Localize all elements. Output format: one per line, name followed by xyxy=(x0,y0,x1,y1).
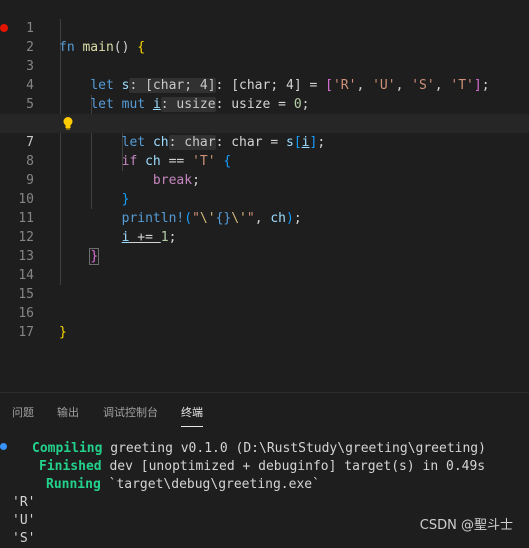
terminal-text: greeting v0.1.0 (D:\RustStudy\greeting\g… xyxy=(102,441,486,456)
terminal-line: Compiling greeting v0.1.0 (D:\RustStudy\… xyxy=(32,439,486,458)
terminal-text: `target\debug\greeting.exe` xyxy=(100,477,320,492)
terminal-line: 'R' xyxy=(12,493,35,512)
terminal-line: Finished dev [unoptimized + debuginfo] t… xyxy=(39,457,485,476)
terminal-text: 'U' xyxy=(12,513,36,528)
code-line: 5 loop { xyxy=(0,76,529,132)
code-line: 13 xyxy=(0,228,529,264)
code-line: 16 } xyxy=(0,285,529,340)
tab-problems[interactable]: 问题 xyxy=(12,404,34,420)
terminal-text: 'R' xyxy=(12,495,36,510)
tab-debug-console[interactable]: 调试控制台 xyxy=(103,404,158,420)
status-label: Compiling xyxy=(32,441,103,456)
code-line: 6 let ch: char: char = s[i]; xyxy=(0,95,529,150)
code-line: 17 xyxy=(0,304,529,340)
code-line: 15 xyxy=(0,266,529,302)
terminal-line: 'S' xyxy=(12,529,35,548)
code-line: 14 xyxy=(0,247,529,283)
status-label: Finished xyxy=(39,459,102,474)
code-editor[interactable]: 1 fn main() { 2 3 let s: [char; 4]: [cha… xyxy=(0,0,529,392)
brace: } xyxy=(59,325,67,340)
watermark: CSDN @聖斗士 xyxy=(419,518,513,533)
terminal-line: 'U' xyxy=(12,511,35,530)
code-line: 4 let mut i: usize: usize = 0; xyxy=(0,57,529,112)
status-label: Running xyxy=(46,477,101,492)
code-line: 12 } xyxy=(0,209,529,265)
code-line: 1 fn main() { xyxy=(0,0,529,55)
code-line-active: 7 if ch == 'T' { xyxy=(0,114,529,169)
code-line: 2 xyxy=(0,19,529,55)
tab-output[interactable]: 输出 xyxy=(57,404,79,420)
code-line: 3 let s: [char; 4]: [char; 4] = ['R', 'U… xyxy=(0,38,529,93)
code-line: 9 } xyxy=(0,152,529,207)
tab-terminal[interactable]: 终端 xyxy=(181,404,203,427)
lightbulb-icon[interactable] xyxy=(61,116,75,130)
code-line: 8 break; xyxy=(0,133,529,188)
terminal-line: Running `target\debug\greeting.exe` xyxy=(46,475,320,494)
panel-tabs: 问题 输出 调试控制台 终端 xyxy=(0,393,529,429)
status-dot-icon xyxy=(0,443,7,450)
code-line: 10 println!("\'{}\'", ch); xyxy=(0,171,529,226)
terminal-text: dev [unoptimized + debuginfo] target(s) … xyxy=(101,459,486,474)
line-number: 17 xyxy=(18,325,34,340)
terminal-text: 'S' xyxy=(12,531,36,546)
code-line: 11 i += 1; xyxy=(0,190,529,245)
